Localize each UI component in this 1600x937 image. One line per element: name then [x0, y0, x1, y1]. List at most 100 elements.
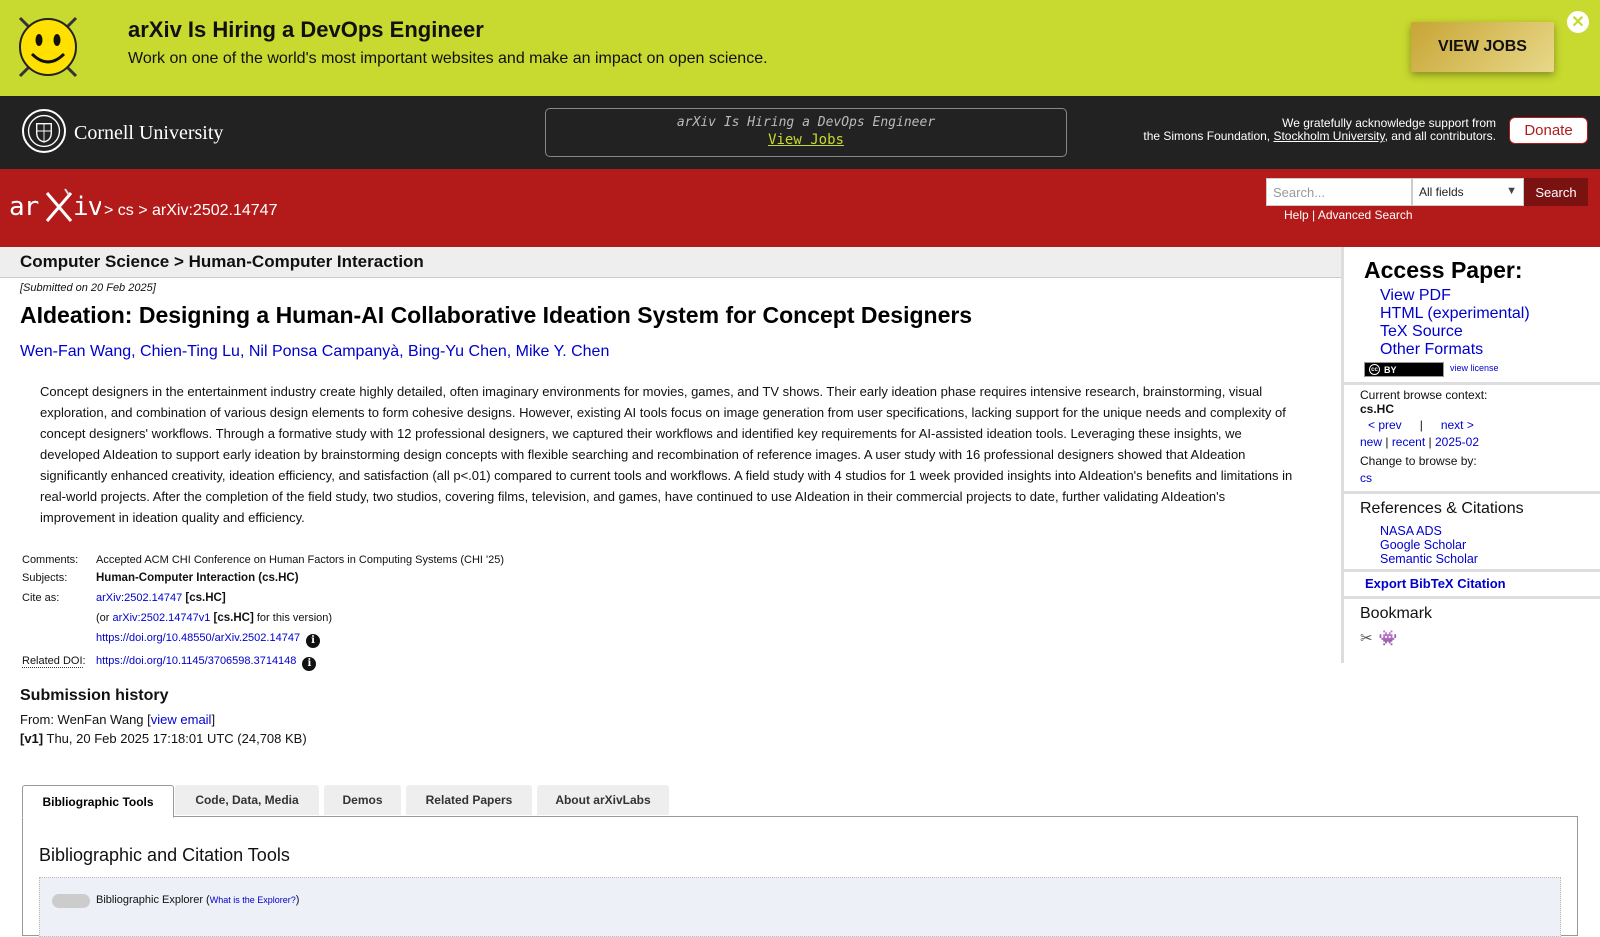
browse-context-label: Current browse context:	[1360, 388, 1487, 402]
info-icon[interactable]: i	[302, 657, 316, 671]
notice-view-jobs-link[interactable]: View Jobs	[546, 132, 1066, 148]
subject-bar: Computer Science > Human-Computer Intera…	[0, 247, 1342, 278]
date-link[interactable]: 2025-02	[1435, 435, 1479, 449]
breadcrumb-sep: >	[134, 202, 152, 219]
nasa-ads-link[interactable]: NASA ADS	[1380, 524, 1478, 538]
explorer-box: Bibliographic Explorer (What is the Expl…	[39, 877, 1561, 937]
cc-by-license-badge[interactable]: cc BY	[1364, 362, 1444, 377]
bibsonomy-icon[interactable]: ✂	[1360, 630, 1373, 647]
cornell-name[interactable]: Cornell University	[74, 122, 223, 145]
submission-from: From: WenFan Wang [view email]	[20, 712, 215, 727]
cornell-seal-icon[interactable]	[22, 109, 66, 153]
authors: Wen-Fan Wang, Chien-Ting Lu, Nil Ponsa C…	[20, 343, 609, 361]
related-doi-link[interactable]: https://doi.org/10.1145/3706598.3714148	[96, 655, 296, 667]
other-formats-link[interactable]: Other Formats	[1380, 341, 1530, 359]
author-link[interactable]: Bing-Yu Chen	[408, 343, 507, 360]
cc-icon: cc	[1369, 364, 1380, 375]
advanced-search-link[interactable]: Advanced Search	[1318, 208, 1413, 222]
reddit-icon[interactable]: 👾	[1379, 630, 1398, 647]
tab-about-arxivlabs[interactable]: About arXivLabs	[537, 785, 669, 815]
author-link[interactable]: Mike Y. Chen	[516, 343, 610, 360]
breadcrumb-sep: >	[104, 202, 118, 219]
tab-code-data-media[interactable]: Code, Data, Media	[175, 785, 319, 815]
view-pdf-link[interactable]: View PDF	[1380, 287, 1530, 305]
cite-id-link[interactable]: arXiv:2502.14747	[96, 592, 182, 604]
browse-context-section: Current browse context: cs.HC < prev | nex…	[1344, 385, 1600, 494]
help-link[interactable]: Help	[1284, 208, 1309, 222]
ack-text: the Simons Foundation,	[1143, 129, 1273, 143]
author-link[interactable]: Nil Ponsa Campanyà	[249, 343, 399, 360]
version-text: Thu, 20 Feb 2025 17:18:01 UTC (24,708 KB…	[43, 731, 307, 746]
doi-link[interactable]: https://doi.org/10.48550/arXiv.2502.1474…	[96, 632, 300, 644]
arxiv-logo[interactable]: ar iv	[9, 185, 101, 227]
search-field-select[interactable]: All fields ▼	[1412, 178, 1524, 206]
from-text: From: WenFan Wang [	[20, 712, 151, 727]
abstract: Concept designers in the entertainment i…	[40, 381, 1300, 528]
tab-demos[interactable]: Demos	[324, 785, 401, 815]
tex-source-link[interactable]: TeX Source	[1380, 323, 1530, 341]
google-scholar-link[interactable]: Google Scholar	[1380, 538, 1478, 552]
author-link[interactable]: Wen-Fan Wang	[20, 343, 131, 360]
nav-separator: |	[1420, 418, 1423, 432]
link-separator: |	[1309, 208, 1318, 222]
browse-nav: < prev | next >	[1360, 418, 1474, 432]
submitted-date: [Submitted on 20 Feb 2025]	[20, 282, 156, 294]
hiring-title: arXiv Is Hiring a DevOps Engineer	[128, 17, 484, 43]
subjects-value: Human-Computer Interaction (cs.HC)	[96, 572, 299, 584]
hiring-notice: arXiv Is Hiring a DevOps Engineer View J…	[545, 108, 1067, 157]
bookmark-section: Bookmark ✂ 👾	[1344, 599, 1600, 663]
tab-panel-title: Bibliographic and Citation Tools	[39, 845, 290, 866]
svg-text:ar: ar	[9, 192, 39, 222]
cite-version-link[interactable]: arXiv:2502.14747v1	[113, 612, 211, 624]
access-links: View PDF HTML (experimental) TeX Source …	[1380, 287, 1530, 359]
cite-version-post: for this version)	[254, 612, 332, 624]
search-input[interactable]: Search...	[1266, 178, 1412, 206]
view-email-link[interactable]: view email	[151, 712, 212, 727]
bibtex-section: Export BibTeX Citation	[1344, 572, 1600, 599]
new-link[interactable]: new	[1360, 435, 1382, 449]
license-badge-text: BY	[1384, 365, 1397, 375]
hiring-banner: arXiv Is Hiring a DevOps Engineer Work o…	[0, 0, 1600, 96]
version-v1: [v1] Thu, 20 Feb 2025 17:18:01 UTC (24,7…	[20, 731, 307, 746]
explorer-toggle[interactable]	[52, 894, 90, 908]
breadcrumb: > cs > arXiv:2502.14747	[104, 202, 277, 220]
stockholm-link[interactable]: Stockholm University	[1273, 129, 1384, 143]
export-bibtex-link[interactable]: Export BibTeX Citation	[1365, 576, 1506, 591]
smiley-mascot-icon	[14, 12, 82, 82]
cornell-bar: Cornell University arXiv Is Hiring a Dev…	[0, 96, 1600, 169]
related-doi-label: Related DOI	[22, 655, 83, 668]
recent-link[interactable]: recent	[1392, 435, 1425, 449]
access-paper-section: Access Paper: View PDF HTML (experimenta…	[1344, 247, 1600, 385]
tab-panel: Bibliographic and Citation Tools Bibliog…	[22, 816, 1578, 936]
next-link[interactable]: next >	[1441, 418, 1474, 432]
tab-bibliographic-tools[interactable]: Bibliographic Tools	[22, 785, 174, 818]
close-icon[interactable]: ✕	[1567, 11, 1589, 33]
access-paper-title: Access Paper:	[1364, 257, 1523, 284]
author-link[interactable]: Chien-Ting Lu	[140, 343, 240, 360]
explorer-help-link[interactable]: What is the Explorer?	[210, 895, 296, 905]
tab-related-papers[interactable]: Related Papers	[406, 785, 532, 815]
view-license-link[interactable]: view license	[1450, 363, 1499, 373]
change-browse-cs-link[interactable]: cs	[1360, 471, 1372, 485]
cite-as-label: Cite as:	[22, 592, 59, 604]
ack-line-2: the Simons Foundation, Stockholm Univers…	[1143, 130, 1496, 143]
semantic-scholar-link[interactable]: Semantic Scholar	[1380, 552, 1478, 566]
hiring-subtitle: Work on one of the world's most importan…	[128, 50, 768, 68]
version-tag[interactable]: [v1]	[20, 731, 43, 746]
paper-title: AIdeation: Designing a Human-AI Collabor…	[20, 302, 972, 329]
search-button[interactable]: Search	[1524, 178, 1588, 206]
breadcrumb-cs[interactable]: cs	[118, 202, 134, 219]
references-links: NASA ADS Google Scholar Semantic Scholar	[1380, 524, 1478, 566]
prev-link[interactable]: < prev	[1368, 418, 1402, 432]
info-icon[interactable]: i	[306, 634, 320, 648]
related-doi-colon: :	[83, 655, 86, 667]
html-link[interactable]: HTML (experimental)	[1380, 305, 1530, 323]
browse-context-value: cs.HC	[1360, 402, 1394, 416]
browse-lists: new | recent | 2025-02	[1360, 435, 1479, 449]
change-browse-label: Change to browse by:	[1360, 454, 1477, 468]
explorer-label-text: Bibliographic Explorer (	[96, 894, 210, 906]
explorer-label-end: )	[296, 894, 300, 906]
explorer-label: Bibliographic Explorer (What is the Expl…	[96, 894, 299, 906]
donate-button[interactable]: Donate	[1509, 117, 1588, 144]
view-jobs-button[interactable]: VIEW JOBS	[1411, 22, 1554, 72]
